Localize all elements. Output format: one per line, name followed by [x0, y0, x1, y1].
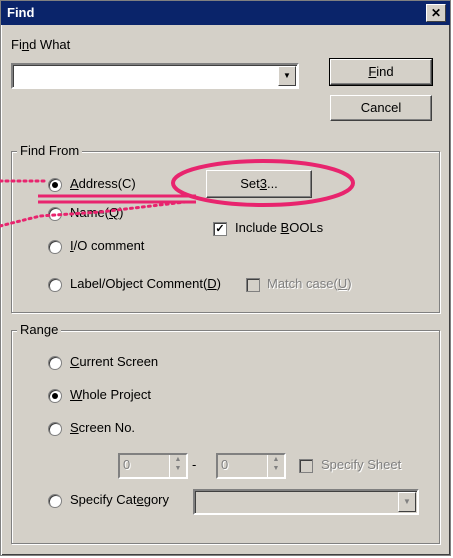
set-button-highlight-ellipse: [171, 159, 355, 207]
annotation-overlay: [0, 159, 355, 228]
leader-dots-bottom: [0, 200, 187, 228]
